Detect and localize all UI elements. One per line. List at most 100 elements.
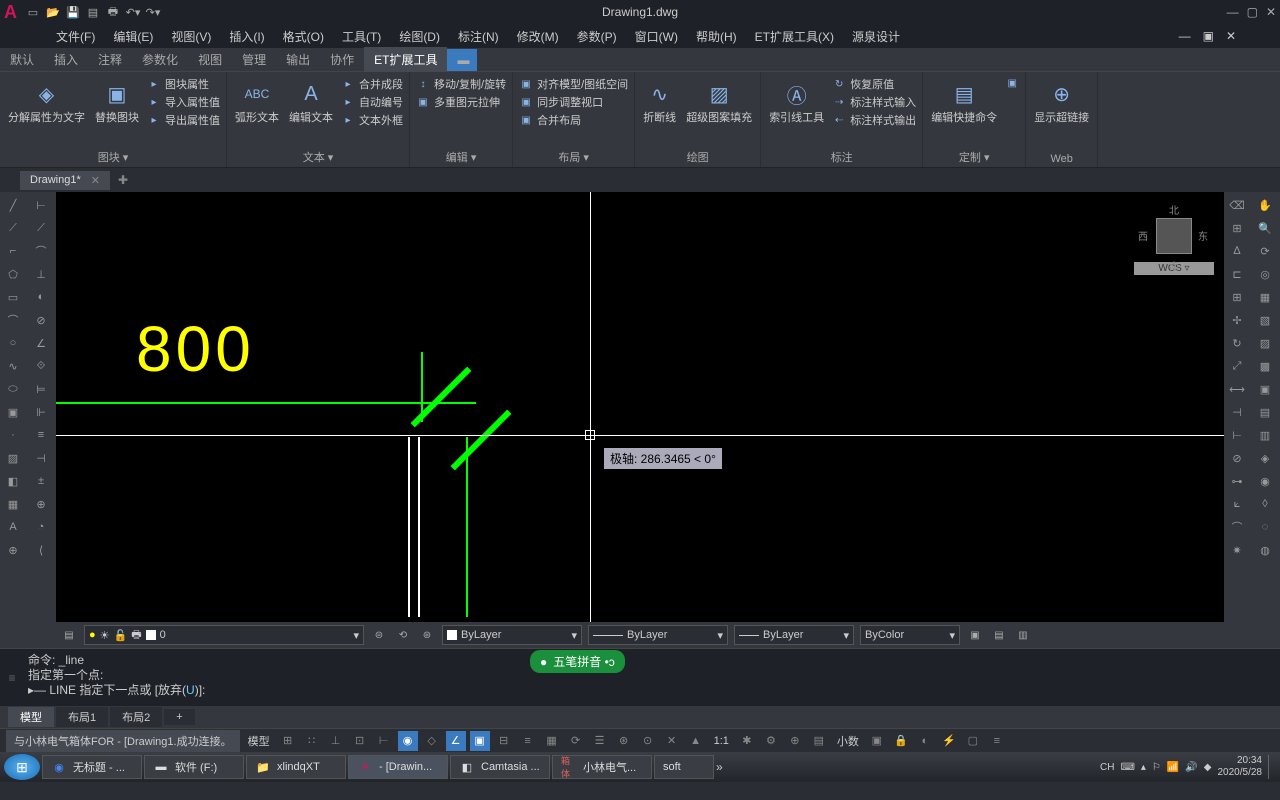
osnap-toggle-icon[interactable]: ∠: [446, 731, 466, 751]
task-chrome[interactable]: ◉无标题 - ...: [42, 755, 142, 779]
compass-north[interactable]: 北: [1169, 202, 1179, 217]
dim-continue-icon[interactable]: ⊩: [30, 401, 52, 423]
nav-extra10-icon[interactable]: ◊: [1254, 493, 1276, 515]
menu-window[interactable]: 窗口(W): [627, 26, 686, 47]
menu-edit[interactable]: 编辑(E): [105, 26, 161, 47]
task-soft[interactable]: soft: [654, 755, 714, 779]
panel-title-block[interactable]: 图块 ▾: [6, 147, 220, 165]
mod-trim-icon[interactable]: ⊣: [1226, 401, 1248, 423]
transparency-toggle-icon[interactable]: ▦: [542, 731, 562, 751]
nav-extra6-icon[interactable]: ▤: [1254, 401, 1276, 423]
dim-aligned-icon[interactable]: ⟋: [30, 217, 52, 239]
ortho-toggle-icon[interactable]: ⊢: [374, 731, 394, 751]
mod-scale-icon[interactable]: ⤢: [1226, 355, 1248, 377]
tray-expand-icon[interactable]: ▴: [1141, 762, 1146, 773]
menu-tools[interactable]: 工具(T): [334, 26, 389, 47]
selection-filter-icon[interactable]: ⊙: [638, 731, 658, 751]
doc-minimize-icon[interactable]: —: [1175, 29, 1195, 43]
nav-extra12-icon[interactable]: ◍: [1254, 539, 1276, 561]
color-dropdown[interactable]: ByLayer▾: [442, 625, 582, 645]
tool-extra-icon[interactable]: ⊕: [2, 539, 24, 561]
tray-keyboard-icon[interactable]: ⌨: [1120, 762, 1134, 773]
tool-block-icon[interactable]: ▣: [2, 401, 24, 423]
mod-mirror-icon[interactable]: ∆: [1226, 240, 1248, 262]
ribbon-tab-view[interactable]: 视图: [188, 47, 232, 72]
nav-pan-icon[interactable]: ✋: [1254, 194, 1276, 216]
ribbon-tab-manage[interactable]: 管理: [232, 47, 276, 72]
mod-chamfer-icon[interactable]: ⟀: [1226, 493, 1248, 515]
nav-wheel-icon[interactable]: ◎: [1254, 263, 1276, 285]
tool-arc-icon[interactable]: ⌒: [2, 309, 24, 331]
nav-zoom-icon[interactable]: 🔍: [1254, 217, 1276, 239]
panel-title-layout[interactable]: 布局 ▾: [519, 147, 628, 165]
replace-block-button[interactable]: ▣替换图块: [93, 76, 141, 126]
leader-tools-button[interactable]: Ⓐ索引线工具: [767, 76, 826, 126]
task-folder[interactable]: 📁xlindqXT: [246, 755, 346, 779]
prop-extra1-icon[interactable]: ▣: [966, 626, 984, 644]
3dosnap-icon[interactable]: ☰: [590, 731, 610, 751]
mod-rotate-icon[interactable]: ↻: [1226, 332, 1248, 354]
dim-break-icon[interactable]: ⊣: [30, 447, 52, 469]
ribbon-tab-et-ext[interactable]: ET扩展工具: [364, 47, 447, 72]
menu-draw[interactable]: 绘图(D): [391, 26, 448, 47]
mod-break-icon[interactable]: ⊘: [1226, 447, 1248, 469]
cmd-handle-icon[interactable]: ≡: [0, 649, 24, 706]
ime-indicator[interactable]: ● 五笔拼音 •ɔ: [530, 650, 625, 673]
hwaccel-icon[interactable]: ⚡: [939, 731, 959, 751]
units-icon[interactable]: ▤: [809, 731, 829, 751]
lock-ui-icon[interactable]: 🔒: [891, 731, 911, 751]
layout1-tab[interactable]: 布局1: [56, 707, 108, 727]
tray-flag-icon[interactable]: ⚐: [1152, 762, 1161, 773]
layout-add-tab[interactable]: +: [164, 709, 194, 725]
prop-extra3-icon[interactable]: ▥: [1014, 626, 1032, 644]
text-frame-button[interactable]: ▸文本外框: [341, 112, 403, 128]
ribbon-tab-param[interactable]: 参数化: [132, 47, 188, 72]
tool-pline-icon[interactable]: ⌐: [2, 240, 24, 262]
nav-extra9-icon[interactable]: ◉: [1254, 470, 1276, 492]
multi-stretch-button[interactable]: ▣多重图元拉伸: [416, 94, 506, 110]
mod-array-icon[interactable]: ⊞: [1226, 286, 1248, 308]
ribbon-tab-insert[interactable]: 插入: [44, 47, 88, 72]
open-icon[interactable]: 📂: [45, 4, 61, 20]
custom-extra-button[interactable]: ▣: [1005, 76, 1019, 90]
task-autocad[interactable]: A- [Drawin...: [348, 755, 448, 779]
tool-spline-icon[interactable]: ∿: [2, 355, 24, 377]
menu-format[interactable]: 格式(O): [275, 26, 332, 47]
command-text[interactable]: 命令: _line 指定第一个点: ▸— LINE 指定下一点或 [放弃(U)]…: [24, 649, 1280, 706]
explode-attr-button[interactable]: ◈分解属性为文字: [6, 76, 87, 126]
mod-copy-icon[interactable]: ⊞: [1226, 217, 1248, 239]
dim-center-icon[interactable]: ⊕: [30, 493, 52, 515]
nav-extra1-icon[interactable]: ▦: [1254, 286, 1276, 308]
doc-close-icon[interactable]: ✕: [1222, 29, 1240, 43]
compass-west[interactable]: 西: [1138, 228, 1148, 243]
view-cube[interactable]: 北 南 东 西 WCS ▿: [1134, 202, 1214, 302]
isolate-icon[interactable]: ◐: [915, 731, 935, 751]
edit-shortcut-button[interactable]: ▤编辑快捷命令: [929, 76, 999, 126]
minimize-icon[interactable]: —: [1227, 5, 1239, 19]
super-hatch-button[interactable]: ▨超级图案填充: [684, 76, 754, 126]
taskbar-clock[interactable]: 20:34 2020/5/28: [1218, 755, 1263, 779]
dim-arc-icon[interactable]: ⌒: [30, 240, 52, 262]
import-attr-button[interactable]: ▸导入属性值: [147, 94, 220, 110]
mod-fillet-icon[interactable]: ⌒: [1226, 516, 1248, 538]
tool-region-icon[interactable]: ◧: [2, 470, 24, 492]
new-icon[interactable]: ▭: [25, 4, 41, 20]
sync-viewport-button[interactable]: ▣同步调整视口: [519, 94, 628, 110]
model-tab[interactable]: 模型: [8, 707, 54, 727]
workspace-icon[interactable]: ⚙: [761, 731, 781, 751]
mod-explode-icon[interactable]: ✷: [1226, 539, 1248, 561]
document-tab[interactable]: Drawing1* ✕: [20, 171, 110, 190]
task-xiaolin[interactable]: 箱体小林电气...: [552, 755, 652, 779]
tab-close-icon[interactable]: ✕: [91, 174, 100, 187]
polar-toggle-icon[interactable]: ◉: [398, 731, 418, 751]
tool-ellipse-icon[interactable]: ⬭: [2, 378, 24, 400]
linetype-dropdown[interactable]: ByLayer▾: [588, 625, 728, 645]
grid-toggle-icon[interactable]: ⊞: [278, 731, 298, 751]
mod-stretch-icon[interactable]: ⟷: [1226, 378, 1248, 400]
tool-table-icon[interactable]: ▦: [2, 493, 24, 515]
start-button[interactable]: ⊞: [4, 754, 40, 780]
dim-angular-icon[interactable]: ∠: [30, 332, 52, 354]
menu-yuanquan[interactable]: 源泉设计: [844, 26, 908, 47]
tray-volume-icon[interactable]: 🔊: [1185, 762, 1197, 773]
new-tab-button[interactable]: ✚: [110, 170, 136, 190]
